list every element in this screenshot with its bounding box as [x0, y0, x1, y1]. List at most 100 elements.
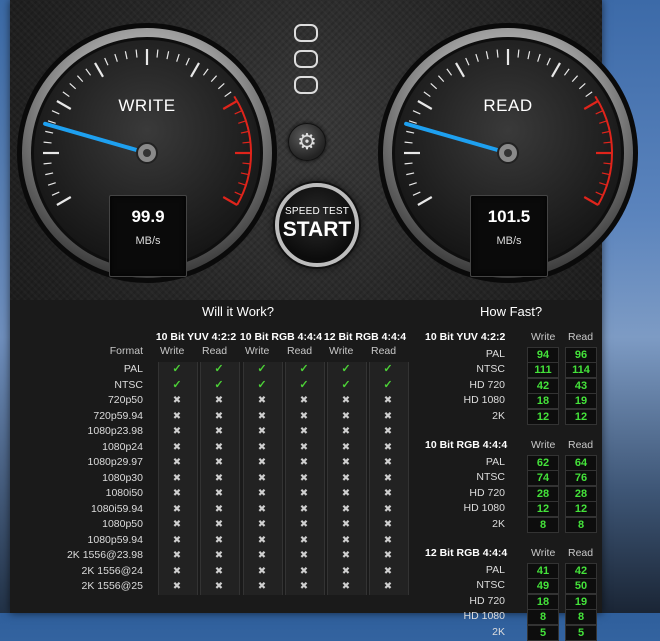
format-label: HD 1080: [463, 394, 505, 406]
read-speed-cell: 12: [565, 408, 597, 425]
cross-icon: ✖: [214, 503, 224, 515]
cross-icon: ✖: [341, 488, 351, 499]
cross-icon: ✖: [214, 519, 224, 530]
table-row: 2K 8 8: [425, 516, 597, 533]
cross-icon: ✖: [257, 457, 267, 468]
cross-icon: ✖: [214, 488, 224, 499]
how-fast-title: How Fast?: [480, 304, 543, 319]
read-speed-cell: 19: [565, 593, 597, 610]
table-row: 1080p50 ✖ ✖ ✖ ✖ ✖ ✖: [65, 517, 405, 533]
cross-icon: ✖: [299, 441, 309, 453]
close-window-pill[interactable]: [294, 24, 318, 42]
format-label: HD 1080: [463, 502, 505, 514]
table-row: HD 720 28 28: [425, 485, 597, 502]
format-label: 720p50: [107, 394, 143, 406]
cross-icon: ✖: [214, 457, 224, 468]
cross-icon: ✖: [383, 395, 393, 406]
write-tick: [156, 49, 159, 58]
cross-icon: ✖: [299, 410, 309, 422]
cross-icon: ✖: [341, 410, 351, 422]
read-speed-cell: 64: [565, 454, 597, 471]
zoom-window-pill[interactable]: [294, 76, 318, 94]
table-row: 2K 1556@24 ✖ ✖ ✖ ✖ ✖ ✖: [65, 564, 405, 580]
cross-icon: ✖: [383, 581, 393, 592]
how-fast-group-header: 10 Bit RGB 4:4:4: [425, 439, 508, 451]
minimize-window-pill[interactable]: [294, 50, 318, 68]
cross-icon: ✖: [341, 472, 351, 484]
read-speed-cell: 8: [565, 516, 597, 533]
start-speed-test-button[interactable]: SPEED TEST START: [275, 183, 359, 267]
checkmark-icon: ✓: [341, 378, 351, 391]
table-row: 1080i50 ✖ ✖ ✖ ✖ ✖ ✖: [65, 486, 405, 502]
cross-icon: ✖: [214, 550, 224, 561]
cross-icon: ✖: [172, 410, 182, 422]
will-it-work-rows: PAL ✓ ✓ ✓ ✓ ✓ ✓ NTSC ✓ ✓ ✓ ✓ ✓ ✓ 720p50 ✖ ✖ ✖ ✖ ✖ ✖ 720p59.94…: [65, 362, 405, 595]
cross-icon: ✖: [172, 503, 182, 515]
start-button-label: START: [282, 218, 352, 241]
checkmark-icon: ✓: [257, 363, 267, 375]
cross-icon: ✖: [257, 410, 267, 422]
table-row: NTSC ✓ ✓ ✓ ✓ ✓ ✓: [65, 378, 405, 394]
cross-icon: ✖: [257, 441, 267, 453]
cross-icon: ✖: [257, 426, 267, 437]
gear-icon[interactable]: ⚙: [288, 123, 326, 161]
table-row: 720p50 ✖ ✖ ✖ ✖ ✖ ✖: [65, 393, 405, 409]
write-column-header: Write: [245, 345, 270, 357]
will-it-work-group-headers: 10 Bit YUV 4:2:2 10 Bit RGB 4:4:4 12 Bit R…: [65, 331, 406, 345]
read-speed-value: 101.5: [487, 207, 531, 226]
write-speed-cell: 94: [527, 346, 559, 363]
read-tick: [496, 49, 499, 58]
format-label: 1080p50: [102, 518, 143, 530]
cross-icon: ✖: [172, 581, 182, 592]
table-row: NTSC 49 50: [425, 578, 597, 594]
read-column-header: Read: [568, 547, 594, 559]
checkmark-icon: ✓: [214, 363, 224, 375]
write-speed-cell: 8: [527, 516, 559, 533]
cross-icon: ✖: [214, 426, 224, 437]
format-label: PAL: [485, 455, 505, 468]
table-row: NTSC 74 76: [425, 470, 597, 486]
how-fast-group-header: 12 Bit RGB 4:4:4: [425, 547, 508, 559]
cross-icon: ✖: [341, 457, 351, 468]
read-speed-unit: MB/s: [496, 235, 522, 247]
cross-icon: ✖: [341, 519, 351, 530]
table-row: 2K 5 5: [425, 624, 597, 641]
cross-icon: ✖: [257, 581, 267, 592]
write-column-header: Write: [531, 331, 556, 343]
write-speed-unit: MB/s: [135, 235, 161, 247]
read-tick: [404, 141, 413, 144]
cross-icon: ✖: [172, 550, 182, 561]
format-label: 2K: [492, 517, 505, 530]
results-panel: Will it Work? How Fast? 10 Bit YUV 4:2:2…: [10, 300, 602, 641]
cross-icon: ✖: [257, 503, 267, 515]
cross-icon: ✖: [172, 534, 182, 546]
write-speed-cell: 42: [527, 377, 559, 394]
format-label: 2K: [492, 625, 505, 638]
format-label: HD 720: [469, 486, 505, 499]
cross-icon: ✖: [341, 395, 351, 406]
cross-icon: ✖: [341, 565, 351, 577]
cross-icon: ✖: [257, 519, 267, 530]
checkmark-icon: ✓: [299, 378, 309, 391]
write-tick: [43, 141, 52, 144]
write-readout: 99.9 MB/s: [109, 195, 187, 277]
table-row: 2K 1556@23.98 ✖ ✖ ✖ ✖ ✖ ✖: [65, 548, 405, 564]
cross-icon: ✖: [383, 503, 393, 515]
cross-icon: ✖: [299, 565, 309, 577]
cross-icon: ✖: [257, 395, 267, 406]
cross-icon: ✖: [214, 565, 224, 577]
checkmark-icon: ✓: [383, 378, 393, 391]
cross-icon: ✖: [383, 534, 393, 546]
cross-icon: ✖: [299, 488, 309, 499]
read-tick: [404, 162, 413, 165]
format-label: NTSC: [476, 579, 505, 591]
cross-icon: ✖: [299, 395, 309, 406]
read-speed-cell: 96: [565, 346, 597, 363]
write-column-header: Write: [531, 439, 556, 451]
table-row: HD 1080 18 19: [425, 393, 597, 409]
format-label: 1080p59.94: [87, 533, 143, 546]
cross-icon: ✖: [214, 472, 224, 484]
cross-icon: ✖: [383, 550, 393, 561]
read-speed-cell: 8: [565, 609, 597, 625]
format-label: NTSC: [476, 363, 505, 375]
